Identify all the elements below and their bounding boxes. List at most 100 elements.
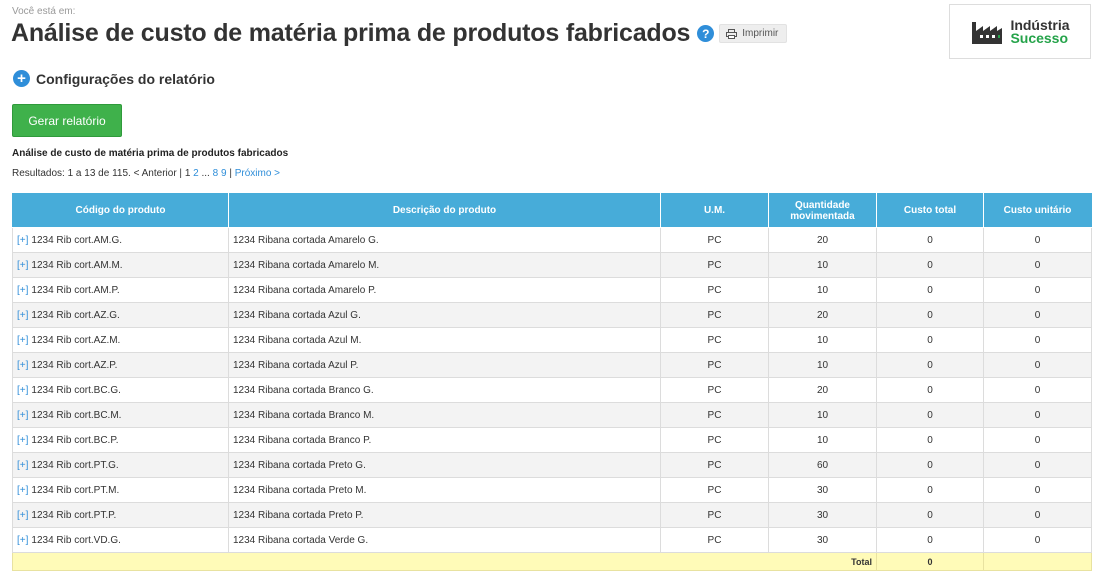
- quantity-moved: 20: [768, 302, 877, 328]
- unit-cost: 0: [983, 527, 1092, 553]
- product-description: 1234 Ribana cortada Preto P.: [228, 502, 661, 528]
- unit-of-measure: PC: [660, 527, 769, 553]
- quantity-moved: 30: [768, 527, 877, 553]
- unit-of-measure: PC: [660, 302, 769, 328]
- table-row: [+] 1234 Rib cort.AM.P. 1234 Ribana cortad…: [12, 277, 1092, 303]
- unit-cost: 0: [983, 427, 1092, 453]
- product-code-cell: [+] 1234 Rib cort.VD.G.: [12, 527, 229, 553]
- total-empty-cell: [983, 552, 1092, 571]
- unit-cost: 0: [983, 302, 1092, 328]
- header-product-description[interactable]: Descrição do produto: [228, 193, 661, 228]
- plus-circle-icon: +: [13, 70, 30, 87]
- total-cost: 0: [876, 327, 984, 353]
- company-logo: Indústria Sucesso: [949, 4, 1091, 59]
- pagination-next[interactable]: Próximo >: [235, 168, 280, 179]
- product-code-cell: [+] 1234 Rib cort.PT.G.: [12, 452, 229, 478]
- table-row: [+] 1234 Rib cort.AZ.G. 1234 Ribana cortad…: [12, 302, 1092, 328]
- header-product-code[interactable]: Código do produto: [12, 193, 229, 228]
- unit-of-measure: PC: [660, 427, 769, 453]
- unit-cost: 0: [983, 477, 1092, 503]
- pagination-page-9[interactable]: 9: [221, 168, 227, 179]
- product-code-cell: [+] 1234 Rib cort.BC.M.: [12, 402, 229, 428]
- expand-row-link[interactable]: [+]: [17, 435, 28, 446]
- product-code-cell: [+] 1234 Rib cort.AM.M.: [12, 252, 229, 278]
- unit-of-measure: PC: [660, 327, 769, 353]
- expand-row-link[interactable]: [+]: [17, 485, 28, 496]
- expand-row-link[interactable]: [+]: [17, 535, 28, 546]
- header-unit-cost[interactable]: Custo unitário: [983, 193, 1092, 228]
- generate-report-button[interactable]: Gerar relatório: [12, 104, 122, 137]
- expand-row-link[interactable]: [+]: [17, 460, 28, 471]
- unit-cost: 0: [983, 402, 1092, 428]
- pagination-summary: Resultados: 1 a 13 de 115. < Anterior |: [12, 168, 183, 179]
- expand-row-link[interactable]: [+]: [17, 510, 28, 521]
- unit-cost: 0: [983, 252, 1092, 278]
- unit-of-measure: PC: [660, 377, 769, 403]
- table-row: [+] 1234 Rib cort.AZ.M. 1234 Ribana cortad…: [12, 327, 1092, 353]
- total-label: Total: [12, 552, 877, 571]
- table-row: [+] 1234 Rib cort.BC.G. 1234 Ribana cortad…: [12, 377, 1092, 403]
- report-settings-toggle[interactable]: + Configurações do relatório: [13, 70, 215, 87]
- product-code: 1234 Rib cort.AZ.P.: [31, 359, 118, 371]
- expand-row-link[interactable]: [+]: [17, 260, 28, 271]
- unit-of-measure: PC: [660, 352, 769, 378]
- product-description: 1234 Ribana cortada Amarelo M.: [228, 252, 661, 278]
- table-row: [+] 1234 Rib cort.PT.G. 1234 Ribana cortad…: [12, 452, 1092, 478]
- unit-cost: 0: [983, 227, 1092, 253]
- total-cost: 0: [876, 527, 984, 553]
- expand-row-link[interactable]: [+]: [17, 410, 28, 421]
- unit-cost: 0: [983, 502, 1092, 528]
- product-description: 1234 Ribana cortada Branco P.: [228, 427, 661, 453]
- total-cost: 0: [876, 452, 984, 478]
- pagination-page-2[interactable]: 2: [193, 168, 199, 179]
- expand-row-link[interactable]: [+]: [17, 360, 28, 371]
- product-description: 1234 Ribana cortada Preto G.: [228, 452, 661, 478]
- product-description: 1234 Ribana cortada Branco M.: [228, 402, 661, 428]
- report-table: Código do produto Descrição do produto U…: [12, 193, 1092, 571]
- printer-icon: [726, 28, 738, 39]
- header-unit[interactable]: U.M.: [660, 193, 769, 228]
- header-quantity[interactable]: Quantidade movimentada: [768, 193, 877, 228]
- product-description: 1234 Ribana cortada Azul M.: [228, 327, 661, 353]
- expand-row-link[interactable]: [+]: [17, 335, 28, 346]
- table-row: [+] 1234 Rib cort.PT.P. 1234 Ribana cortad…: [12, 502, 1092, 528]
- expand-row-link[interactable]: [+]: [17, 310, 28, 321]
- quantity-moved: 10: [768, 427, 877, 453]
- print-button[interactable]: Imprimir: [719, 24, 788, 43]
- unit-of-measure: PC: [660, 477, 769, 503]
- product-code: 1234 Rib cort.AM.M.: [31, 259, 123, 271]
- help-icon[interactable]: ?: [697, 25, 715, 42]
- total-cost: 0: [876, 352, 984, 378]
- table-row: [+] 1234 Rib cort.VD.G. 1234 Ribana cortad…: [12, 527, 1092, 553]
- product-code: 1234 Rib cort.BC.G.: [31, 384, 121, 396]
- unit-of-measure: PC: [660, 277, 769, 303]
- total-cost: 0: [876, 502, 984, 528]
- expand-row-link[interactable]: [+]: [17, 385, 28, 396]
- product-code-cell: [+] 1234 Rib cort.AZ.G.: [12, 302, 229, 328]
- page-title: Análise de custo de matéria prima de pro…: [11, 19, 691, 47]
- total-cost: 0: [876, 402, 984, 428]
- quantity-moved: 10: [768, 327, 877, 353]
- table-row: [+] 1234 Rib cort.BC.M. 1234 Ribana cortad…: [12, 402, 1092, 428]
- unit-of-measure: PC: [660, 227, 769, 253]
- quantity-moved: 10: [768, 252, 877, 278]
- product-code: 1234 Rib cort.BC.P.: [31, 434, 119, 446]
- product-code: 1234 Rib cort.AZ.M.: [31, 334, 121, 346]
- header-total-cost[interactable]: Custo total: [876, 193, 984, 228]
- quantity-moved: 60: [768, 452, 877, 478]
- table-row: [+] 1234 Rib cort.AM.M. 1234 Ribana cortad…: [12, 252, 1092, 278]
- product-code-cell: [+] 1234 Rib cort.AZ.M.: [12, 327, 229, 353]
- table-header-row: Código do produto Descrição do produto U…: [12, 193, 1092, 228]
- product-code: 1234 Rib cort.PT.M.: [31, 484, 120, 496]
- total-cost: 0: [876, 427, 984, 453]
- unit-of-measure: PC: [660, 402, 769, 428]
- quantity-moved: 30: [768, 502, 877, 528]
- product-code: 1234 Rib cort.PT.G.: [31, 459, 119, 471]
- unit-cost: 0: [983, 377, 1092, 403]
- pagination-page-8[interactable]: 8: [213, 168, 219, 179]
- unit-of-measure: PC: [660, 452, 769, 478]
- product-code: 1234 Rib cort.AM.G.: [31, 234, 122, 246]
- expand-row-link[interactable]: [+]: [17, 235, 28, 246]
- logo-line2: Sucesso: [1010, 29, 1069, 46]
- expand-row-link[interactable]: [+]: [17, 285, 28, 296]
